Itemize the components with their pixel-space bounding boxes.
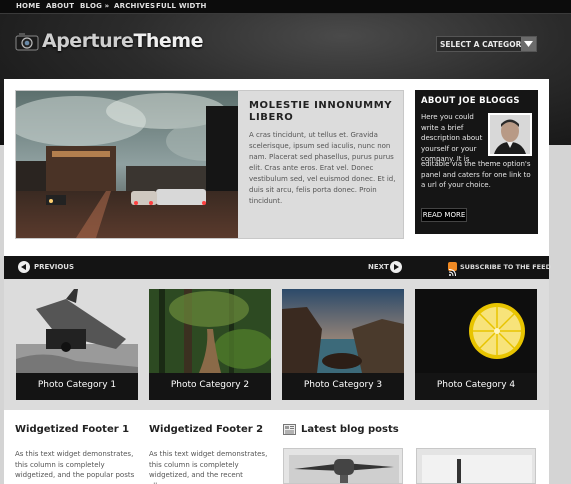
photo-category-tile-3[interactable]: Photo Category 3 <box>282 289 404 400</box>
footer-widget-1-title: Widgetized Footer 1 <box>15 424 130 435</box>
site-logo[interactable]: ApertureTheme <box>15 28 215 58</box>
photo-category-caption-4: Photo Category 4 <box>436 380 516 390</box>
photo-category-image-1 <box>16 289 138 373</box>
category-select[interactable]: SELECT A CATEGORY <box>436 36 537 52</box>
about-widget-text-continued: editable via the theme option's panel an… <box>421 160 531 189</box>
featured-post-title[interactable]: MOLESTIE INNONUMMY LIBERO <box>249 100 399 124</box>
about-widget-title: ABOUT JOE BLOGGS <box>421 96 520 106</box>
footer-widget-1-text: As this text widget demonstrates, this c… <box>15 450 135 479</box>
photo-category-tile-4[interactable]: Photo Category 4 <box>415 289 537 400</box>
nav-archives-link[interactable]: ARCHIVES <box>114 2 155 10</box>
blog-post-thumbnail-1[interactable] <box>283 448 403 484</box>
photo-category-image-4 <box>415 289 537 373</box>
featured-post-excerpt: A cras tincidunt, ut tellus et. Gravida … <box>249 131 396 205</box>
arrow-right-icon <box>390 261 402 273</box>
logo-text: ApertureTheme <box>42 30 203 52</box>
blog-post-thumbnail-2[interactable] <box>416 448 536 484</box>
avatar <box>488 113 532 156</box>
page-background-edge <box>549 145 571 484</box>
photo-category-caption-3: Photo Category 3 <box>303 380 383 390</box>
footer-widget-2-title: Widgetized Footer 2 <box>149 424 264 435</box>
footer-widget-2-text: As this text widget demonstrates, this c… <box>149 450 268 484</box>
read-more-button[interactable]: READ MORE <box>421 208 467 222</box>
photo-category-caption-1: Photo Category 1 <box>37 380 117 390</box>
about-widget-text: Here you could write a brief description… <box>421 113 483 163</box>
top-navigation: HOME ABOUT BLOG » ARCHIVES FULL WIDTH <box>0 0 571 14</box>
nav-full-width-link[interactable]: FULL WIDTH <box>156 2 207 10</box>
photo-category-tile-1[interactable]: Photo Category 1 <box>16 289 138 400</box>
nav-about-link[interactable]: ABOUT <box>46 2 74 10</box>
newspaper-icon <box>283 424 296 435</box>
nav-blog-link[interactable]: BLOG » <box>80 2 109 10</box>
featured-post-image[interactable] <box>16 91 238 238</box>
subscribe-label: SUBSCRIBE TO THE FEED <box>460 263 551 271</box>
latest-blog-posts-title: Latest blog posts <box>301 424 399 435</box>
photo-category-image-3 <box>282 289 404 373</box>
previous-label: PREVIOUS <box>34 263 75 271</box>
category-select-label: SELECT A CATEGORY <box>440 40 527 49</box>
rss-icon <box>448 262 457 277</box>
chevron-down-icon <box>521 37 536 51</box>
arrow-left-icon <box>18 261 30 273</box>
camera-icon <box>15 33 39 51</box>
photo-category-tile-2[interactable]: Photo Category 2 <box>149 289 271 400</box>
next-label: NEXT <box>368 263 389 271</box>
photo-category-caption-2: Photo Category 2 <box>170 380 250 390</box>
nav-home-link[interactable]: HOME <box>16 2 40 10</box>
photo-category-image-2 <box>149 289 271 373</box>
